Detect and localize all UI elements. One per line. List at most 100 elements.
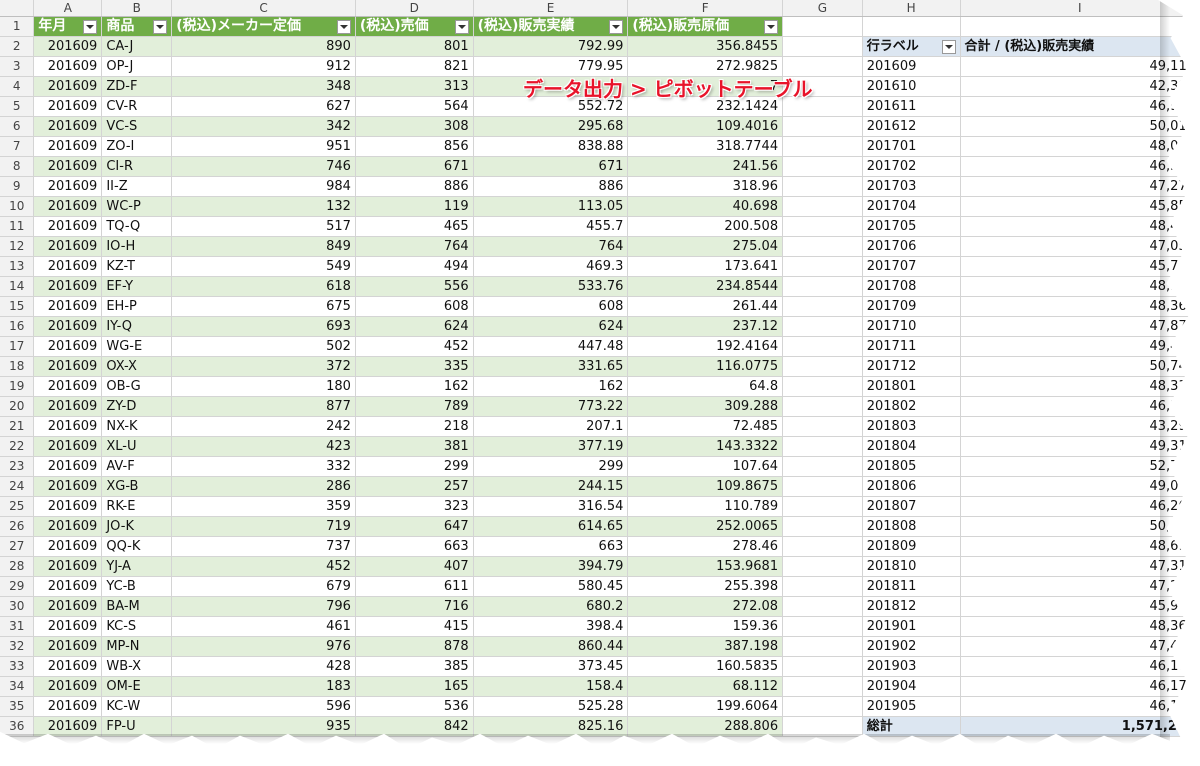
cell[interactable]: XG-B [101,476,173,497]
pivot-row-label[interactable]: 201810 [862,556,961,577]
cell[interactable]: 886 [355,176,474,197]
cell[interactable]: 153.9681 [627,556,784,577]
cell-empty[interactable] [782,616,863,637]
column-header-D[interactable]: D [355,0,474,17]
column-header-F[interactable]: F [627,0,784,17]
cell[interactable]: 110.789 [627,496,784,517]
cell[interactable]: 671 [473,156,629,177]
cell[interactable]: QQ-K [101,536,173,557]
cell[interactable]: 624 [355,316,474,337]
cell[interactable]: 201609 [33,236,103,257]
cell[interactable]: 201609 [33,96,103,117]
cell[interactable]: 201609 [33,536,103,557]
cell[interactable]: 201609 [33,376,103,397]
row-header[interactable]: 1 [0,16,35,37]
cell[interactable]: 494 [355,256,474,277]
cell[interactable]: 244.15 [473,476,629,497]
cell[interactable]: 201609 [33,156,103,177]
cell-empty[interactable] [782,576,863,597]
cell-empty[interactable] [782,436,863,457]
pivot-row-label[interactable]: 201712 [862,356,961,377]
cell[interactable]: 318.96 [627,176,784,197]
cell[interactable]: 608 [355,296,474,317]
cell[interactable]: 447.48 [473,336,629,357]
cell[interactable]: 856 [355,136,474,157]
cell-empty[interactable] [782,536,863,557]
cell[interactable]: 372 [171,356,356,377]
cell[interactable]: 525.28 [473,696,629,717]
pivot-row-label[interactable]: 201708 [862,276,961,297]
row-header[interactable]: 10 [0,196,35,217]
cell[interactable]: 119 [355,196,474,217]
cell[interactable]: 387.198 [627,636,784,657]
cell[interactable]: JO-K [101,516,173,537]
pivot-row-label[interactable]: 201803 [862,416,961,437]
cell[interactable]: IO-H [101,236,173,257]
cell[interactable]: IY-Q [101,316,173,337]
cell-empty[interactable] [862,16,961,37]
pivot-row-label[interactable]: 201705 [862,216,961,237]
cell[interactable]: 201609 [33,556,103,577]
cell[interactable]: 218 [355,416,474,437]
cell[interactable]: ZO-I [101,136,173,157]
pivot-row-label[interactable]: 201809 [862,536,961,557]
row-header[interactable]: 21 [0,416,35,437]
cell[interactable]: 107.64 [627,456,784,477]
cell-empty[interactable] [782,676,863,697]
cell[interactable]: 201609 [33,356,103,377]
filter-dropdown-button[interactable] [764,20,779,34]
cell[interactable]: 201609 [33,396,103,417]
cell-empty[interactable] [782,516,863,537]
cell[interactable]: 596 [171,696,356,717]
cell[interactable]: 241.56 [627,156,784,177]
cell[interactable]: 680.2 [473,596,629,617]
cell[interactable]: 385 [355,656,474,677]
cell[interactable]: BA-M [101,596,173,617]
row-header[interactable]: 17 [0,336,35,357]
cell-empty[interactable] [782,296,863,317]
cell[interactable]: 838.88 [473,136,629,157]
cell[interactable]: VC-S [101,116,173,137]
cell[interactable]: 533.76 [473,276,629,297]
cell[interactable]: 415 [355,616,474,637]
cell[interactable]: 342 [171,116,356,137]
cell[interactable]: 381 [355,436,474,457]
cell[interactable]: 132 [171,196,356,217]
cell[interactable]: CI-R [101,156,173,177]
cell[interactable]: 373.45 [473,656,629,677]
cell[interactable]: 398.4 [473,616,629,637]
cell[interactable]: 359 [171,496,356,517]
pivot-row-label[interactable]: 201902 [862,636,961,657]
cell[interactable]: 201609 [33,196,103,217]
cell[interactable]: OP-J [101,56,173,77]
cell[interactable]: II-Z [101,176,173,197]
cell[interactable]: 201609 [33,256,103,277]
cell[interactable]: 764 [473,236,629,257]
cell[interactable]: 159.36 [627,616,784,637]
column-header-C[interactable]: C [171,0,356,17]
cell[interactable]: 452 [171,556,356,577]
table-header-cell[interactable]: (税込)販売実績 [473,16,629,37]
cell[interactable]: 272.08 [627,596,784,617]
cell[interactable]: AV-F [101,456,173,477]
row-header[interactable]: 15 [0,296,35,317]
filter-dropdown-button[interactable] [454,20,469,34]
cell-empty[interactable] [782,236,863,257]
cell[interactable]: 252.0065 [627,516,784,537]
cell[interactable]: OM-E [101,676,173,697]
pivot-row-label[interactable]: 201903 [862,656,961,677]
pivot-row-label[interactable]: 201905 [862,696,961,717]
cell[interactable]: 580.45 [473,576,629,597]
cell-empty[interactable] [782,216,863,237]
row-header[interactable]: 4 [0,76,35,97]
table-header-cell[interactable]: 商品 [101,16,173,37]
cell-empty[interactable] [782,16,863,37]
cell-empty[interactable] [782,356,863,377]
cell[interactable]: EH-P [101,296,173,317]
row-header[interactable]: 35 [0,696,35,717]
pivot-row-label[interactable]: 201701 [862,136,961,157]
cell[interactable]: 207.1 [473,416,629,437]
cell[interactable]: OB-G [101,376,173,397]
cell[interactable]: 201609 [33,456,103,477]
cell[interactable]: 180 [171,376,356,397]
